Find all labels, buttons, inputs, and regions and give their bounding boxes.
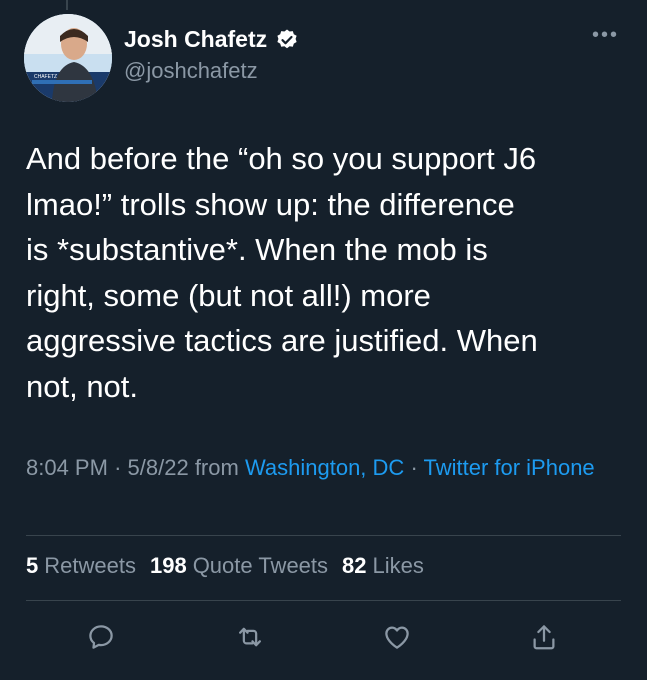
- display-name[interactable]: Josh Chafetz: [124, 26, 299, 53]
- source-link[interactable]: Twitter for iPhone: [423, 455, 594, 480]
- reply-icon[interactable]: [84, 620, 118, 654]
- action-bar: [0, 620, 647, 660]
- tweet-time: 8:04 PM: [26, 455, 108, 480]
- thread-line: [66, 0, 68, 10]
- location-link[interactable]: Washington, DC: [245, 455, 404, 480]
- avatar-banner-text: CHAFETZ: [34, 74, 57, 80]
- retweets-count: 5: [26, 553, 39, 578]
- meta-separator: ·: [114, 455, 128, 480]
- quotes-label: Quote Tweets: [192, 553, 329, 578]
- more-icon[interactable]: •••: [592, 25, 619, 45]
- retweets-label: Retweets: [44, 553, 136, 578]
- likes-count: 82: [342, 553, 367, 578]
- user-handle[interactable]: @joshchafetz: [124, 58, 258, 84]
- retweet-icon[interactable]: [233, 620, 267, 654]
- tweet-meta: 8:04 PM · 5/8/22 from Washington, DC · T…: [26, 451, 626, 484]
- divider: [26, 600, 621, 601]
- like-icon[interactable]: [380, 620, 414, 654]
- share-icon[interactable]: [527, 620, 561, 654]
- divider: [26, 535, 621, 536]
- quotes-count: 198: [149, 553, 187, 578]
- tweet-text: And before the “oh so you support J6 lma…: [26, 141, 538, 404]
- likes-label: Likes: [372, 553, 424, 578]
- quotes-stat[interactable]: 198 Quote Tweets: [150, 553, 328, 579]
- tweet-date: 5/8/22: [127, 455, 189, 480]
- verified-icon: [275, 28, 299, 52]
- from-label: from: [194, 455, 239, 480]
- display-name-text: Josh Chafetz: [124, 26, 268, 52]
- retweets-stat[interactable]: 5 Retweets: [26, 553, 136, 579]
- tweet-stats: 5 Retweets 198 Quote Tweets 82 Likes: [26, 553, 424, 579]
- avatar[interactable]: CHAFETZ: [24, 14, 112, 102]
- meta-separator: ·: [410, 455, 424, 480]
- likes-stat[interactable]: 82 Likes: [342, 553, 424, 579]
